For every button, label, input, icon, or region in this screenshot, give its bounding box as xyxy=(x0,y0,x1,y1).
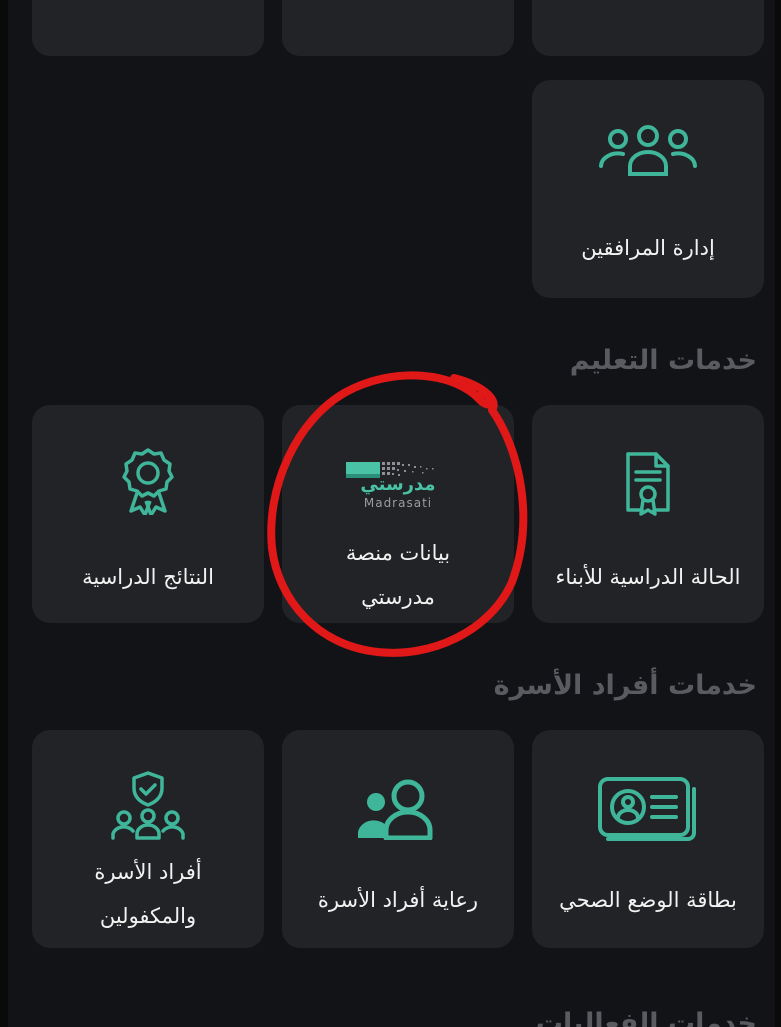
people-group-icon xyxy=(593,124,703,176)
family-shield-icon xyxy=(108,770,188,842)
family-care-card[interactable]: رعاية أفراد الأسرة xyxy=(282,730,514,948)
id-card-icon xyxy=(596,775,700,841)
award-ribbon-icon xyxy=(121,447,175,517)
family-dependents-card[interactable]: أفراد الأسرة والمكفولين xyxy=(32,730,264,948)
family-dependents-label-line1: أفراد الأسرة xyxy=(94,860,202,884)
certificate-document-icon xyxy=(624,450,672,518)
app-screen: إدارة المرافقين خدمات التعليم الحالة الد… xyxy=(8,0,775,1027)
madrasati-logo: مدرستي Madrasati xyxy=(342,460,454,516)
academic-status-label: الحالة الدراسية للأبناء xyxy=(555,565,741,589)
madrasati-logo-arabic: مدرستي xyxy=(360,474,436,495)
health-status-card[interactable]: بطاقة الوضع الصحي xyxy=(532,730,764,948)
madrasati-data-card[interactable]: مدرستي Madrasati بيانات منصة مدرستي xyxy=(282,405,514,623)
service-card-top-middle[interactable] xyxy=(282,0,514,56)
escorts-management-label: إدارة المرافقين xyxy=(581,236,715,260)
escorts-management-card[interactable]: إدارة المرافقين xyxy=(532,80,764,298)
section-title-events: خدمات الفعاليات xyxy=(535,1008,757,1027)
health-status-label: بطاقة الوضع الصحي xyxy=(559,888,737,912)
family-care-label: رعاية أفراد الأسرة xyxy=(317,888,479,912)
academic-status-card[interactable]: الحالة الدراسية للأبناء xyxy=(532,405,764,623)
service-card-top-left[interactable] xyxy=(32,0,264,56)
section-title-education: خدمات التعليم xyxy=(569,345,757,376)
section-title-family: خدمات أفراد الأسرة xyxy=(493,670,757,701)
person-care-icon xyxy=(356,778,440,841)
academic-results-card[interactable]: النتائج الدراسية xyxy=(32,405,264,623)
service-card-top-right[interactable] xyxy=(532,0,764,56)
madrasati-data-label-line1: بيانات منصة xyxy=(345,541,451,565)
madrasati-data-label-line2: مدرستي xyxy=(361,585,435,609)
academic-results-label: النتائج الدراسية xyxy=(82,565,214,589)
family-dependents-label-line2: والمكفولين xyxy=(99,904,197,928)
madrasati-logo-latin: Madrasati xyxy=(363,496,433,510)
